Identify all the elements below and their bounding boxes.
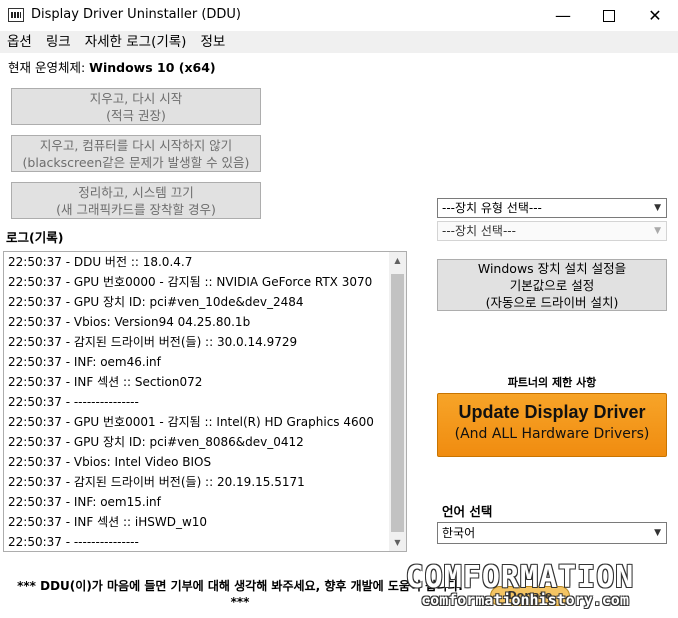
log-line: 22:50:37 - Vbios: Version94 04.25.80.1b [8,315,251,329]
log-line: 22:50:37 - GPU 번호0001 - 감지됨 :: Intel(R) … [8,415,374,429]
log-line: 22:50:37 - GPU 장치 ID: pci#ven_8086&dev_0… [8,435,304,449]
menu-options[interactable]: 옵션 [0,31,39,53]
watermark-title: COMFORMATION [405,560,635,595]
button-line: (blackscreen같은 문제가 발생할 수 있음) [22,154,250,170]
watermark-url: comformationhistory.com [421,591,629,609]
set-windows-default-button[interactable]: Windows 장치 설치 설정을 기본값으로 설정 (자동으로 드라이버 설치… [437,259,667,311]
menu-advanced-log[interactable]: 자세한 로그(기록) [78,31,194,53]
device-value: ---장치 선택--- [442,224,516,238]
log-line: 22:50:37 - --------------- [8,395,139,409]
log-line: 22:50:37 - INF 섹션 :: Section072 [8,375,203,389]
scroll-down-icon[interactable]: ▼ [389,534,406,551]
button-line: (새 그래픽카드를 장착할 경우) [56,201,216,217]
clean-and-shutdown-button[interactable]: 정리하고, 시스템 끄기 (새 그래픽카드를 장착할 경우) [11,182,261,219]
log-line: 22:50:37 - 감지된 드라이버 버전(들) :: 30.0.14.972… [8,335,298,349]
menu-links[interactable]: 링크 [39,31,78,53]
log-line: 22:50:37 - GPU 장치 ID: pci#ven_10de&dev_2… [8,295,304,309]
language-select[interactable]: 한국어 ▼ [437,522,667,544]
chevron-down-icon: ▼ [654,528,661,538]
minimize-icon: — [555,6,571,25]
clean-no-restart-button[interactable]: 지우고, 컴퓨터를 다시 시작하지 않기 (blackscreen같은 문제가 … [11,135,261,172]
log-line: 22:50:37 - 감지된 드라이버 버전(들) :: 20.19.15.51… [8,475,305,489]
scroll-thumb[interactable] [391,274,404,532]
update-driver-button[interactable]: Update Display Driver (And ALL Hardware … [437,393,667,457]
log-list[interactable]: 22:50:37 - DDU 버전 :: 18.0.4.7 22:50:37 -… [3,251,407,552]
os-label: 현재 운영체제: [8,60,90,75]
clean-and-restart-button[interactable]: 지우고, 다시 시작 (적극 권장) [11,88,261,125]
log-line: 22:50:37 - Vbios: Intel Video BIOS [8,455,212,469]
scroll-up-icon[interactable]: ▲ [389,252,406,269]
partner-label: 파트너의 제한 사항 [507,376,597,389]
button-line: 지우고, 다시 시작 [89,90,183,106]
button-line: 정리하고, 시스템 끄기 [78,184,194,200]
button-line: 지우고, 컴퓨터를 다시 시작하지 않기 [39,137,233,153]
update-button-subtitle: (And ALL Hardware Drivers) [454,426,650,442]
language-label: 언어 선택 [442,504,493,519]
chevron-down-icon: ▼ [654,203,661,213]
log-scrollbar[interactable]: ▲ ▼ [389,252,406,551]
window-title: Display Driver Uninstaller (DDU) [31,7,242,22]
button-line: Windows 장치 설치 설정을 [477,260,627,276]
language-value: 한국어 [442,526,476,540]
button-line: 기본값으로 설정 [509,277,595,293]
close-button[interactable]: ✕ [632,0,678,31]
update-button-title: Update Display Driver [458,402,646,422]
log-line: 22:50:37 - GPU 번호0000 - 감지됨 :: NVIDIA Ge… [8,275,373,289]
close-icon: ✕ [648,6,662,25]
device-select[interactable]: ---장치 선택--- ▼ [437,221,667,241]
minimize-button[interactable]: — [540,0,586,31]
menu-info[interactable]: 정보 [193,31,232,53]
log-line: 22:50:37 - INF: oem46.inf [8,355,161,369]
maximize-icon [603,9,615,22]
device-type-value: ---장치 유형 선택--- [442,201,542,215]
os-info: 현재 운영체제: Windows 10 (x64) [8,57,216,76]
log-label: 로그(기록) [6,230,64,245]
log-line: 22:50:37 - INF: oem15.inf [8,495,161,509]
maximize-button[interactable] [586,0,632,31]
log-line: 22:50:37 - DDU 버전 :: 18.0.4.7 [8,255,193,269]
log-line: 22:50:37 - --------------- [8,535,139,549]
menu-bar: 옵션 링크 자세한 로그(기록) 정보 [0,31,678,53]
log-line: 22:50:37 - INF 섹션 :: iHSWD_w10 [8,515,208,529]
button-line: (자동으로 드라이버 설치) [485,294,619,310]
app-icon [8,8,24,22]
button-line: (적극 권장) [106,107,166,123]
os-value: Windows 10 (x64) [89,60,216,75]
device-type-select[interactable]: ---장치 유형 선택--- ▼ [437,198,667,218]
chevron-down-icon: ▼ [654,226,661,236]
